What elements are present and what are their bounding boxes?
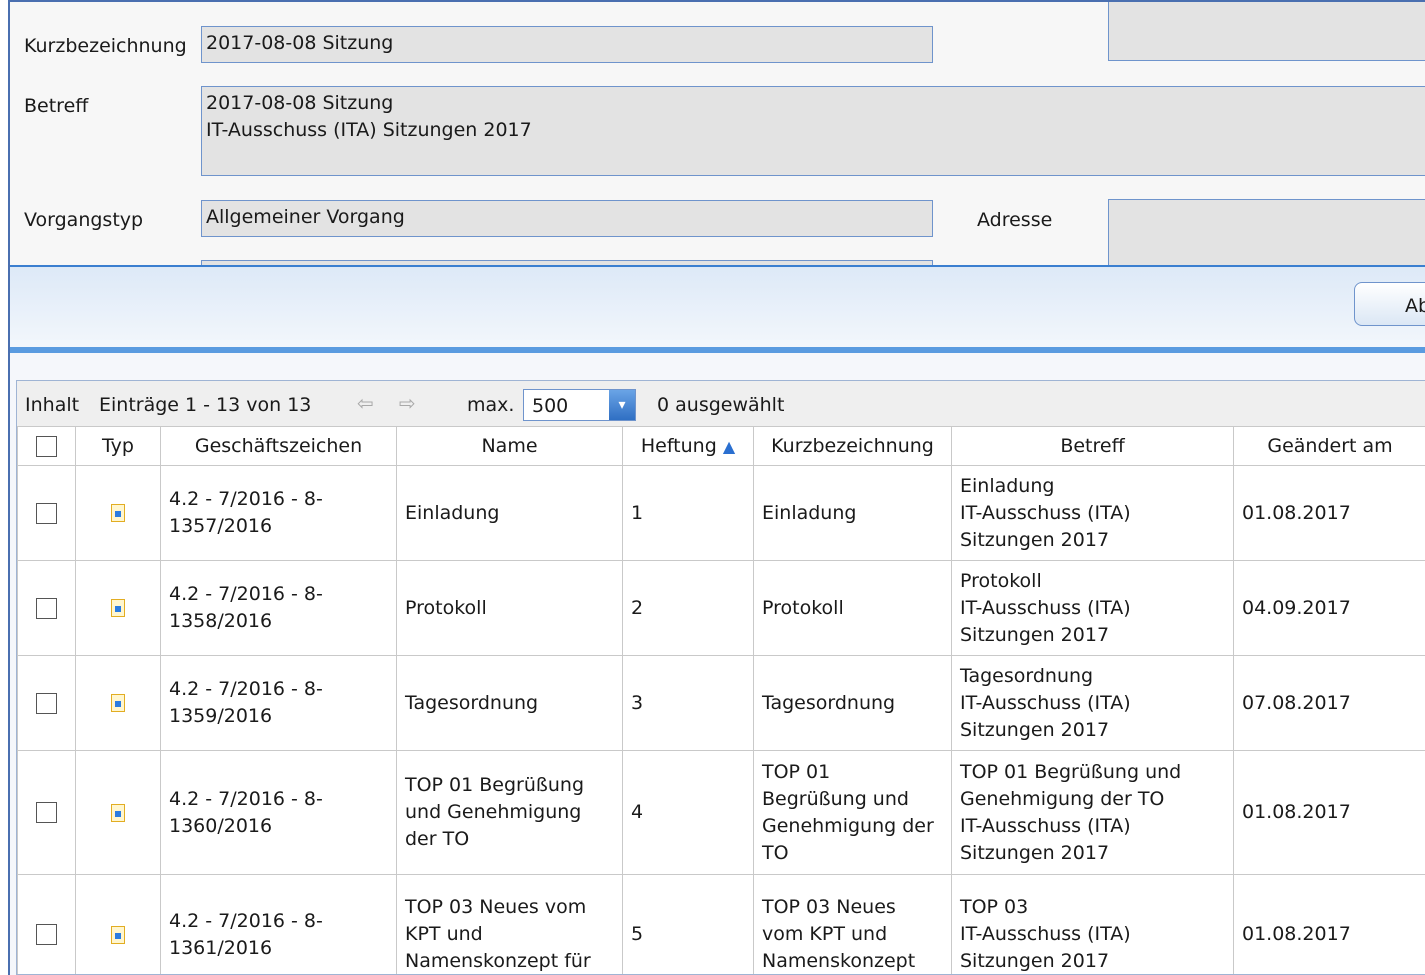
document-icon (111, 925, 125, 944)
sort-ascending-icon: ▲ (722, 436, 736, 456)
geschaeftszeichen-cell: 4.2 - 7/2016 - 8- 1359/2016 (160, 655, 397, 751)
form-area: Kurzbezeichnung 2017-08-08 Sitzung Betre… (10, 2, 1425, 270)
betreff-label: Betreff (24, 95, 89, 117)
content-grid: Inhalt Einträge 1 - 13 von 13 ⇦ ⇨ max. 5… (16, 380, 1425, 975)
kurzbezeichnung-cell: Tagesordnung (753, 655, 952, 751)
betreff-cell: Protokoll IT-Ausschuss (ITA) Sitzungen 2… (951, 560, 1234, 656)
document-icon (111, 803, 125, 822)
column-header-geschaeftszeichen[interactable]: Geschäftszeichen (160, 426, 397, 466)
grid-toolbar: Inhalt Einträge 1 - 13 von 13 ⇦ ⇨ max. 5… (17, 381, 1425, 427)
column-header-name[interactable]: Name (396, 426, 623, 466)
column-header-typ[interactable]: Typ (75, 426, 161, 466)
document-icon (111, 694, 125, 712)
kurzbezeichnung-cell: Einladung (753, 465, 952, 561)
column-header-betreff[interactable]: Betreff (951, 426, 1234, 466)
inhalt-label: Inhalt (25, 394, 80, 416)
row-checkbox[interactable] (36, 597, 57, 619)
selected-count: 0 ausgewählt (657, 394, 785, 416)
betreff-cell: Einladung IT-Ausschuss (ITA) Sitzungen 2… (951, 465, 1234, 561)
heftung-cell: 3 (622, 655, 754, 751)
vorgangstyp-label: Vorgangstyp (24, 209, 144, 231)
heftung-header-label: Heftung (640, 434, 717, 457)
type-icon-cell (75, 465, 161, 561)
geaendert-am-cell: 01.08.2017 (1233, 750, 1425, 875)
geschaeftszeichen-cell: 4.2 - 7/2016 - 8- 1361/2016 (160, 874, 397, 974)
geaendert-am-cell: 07.08.2017 (1233, 655, 1425, 751)
table-row[interactable]: 4.2 - 7/2016 - 8- 1359/2016 Tagesordnung 3… (17, 655, 1425, 751)
documents-table: Typ Geschäftszeichen Name Heftung ▲ Kurz… (17, 426, 1425, 974)
row-checkbox-cell (17, 750, 76, 875)
heftung-cell: 4 (622, 750, 754, 875)
type-icon-cell (75, 874, 161, 974)
table-header-row: Typ Geschäftszeichen Name Heftung ▲ Kurz… (17, 426, 1425, 466)
table-row[interactable]: 4.2 - 7/2016 - 8- 1361/2016 TOP 03 Neues … (17, 874, 1425, 974)
type-icon-cell (75, 750, 161, 875)
type-icon-cell (75, 655, 161, 751)
betreff-field[interactable]: 2017-08-08 Sitzung IT-Ausschuss (ITA) Si… (201, 86, 1425, 176)
entries-count: Einträge 1 - 13 von 13 (99, 394, 312, 416)
geschaeftszeichen-cell: 4.2 - 7/2016 - 8- 1357/2016 (160, 465, 397, 561)
kurzbezeichnung-field[interactable]: 2017-08-08 Sitzung (201, 26, 933, 63)
column-header-geaendert-am[interactable]: Geändert am (1233, 426, 1425, 466)
name-cell: TOP 03 Neues vom KPT und Namenskonzept f… (396, 874, 623, 974)
document-icon (111, 504, 125, 522)
document-icon (111, 599, 125, 617)
vorgangstyp-field[interactable]: Allgemeiner Vorgang (201, 200, 933, 237)
name-cell: Einladung (396, 465, 623, 561)
frame-left-border (8, 0, 10, 975)
table-row[interactable]: 4.2 - 7/2016 - 8- 1360/2016 TOP 01 Begrüß… (17, 750, 1425, 875)
heftung-cell: 1 (622, 465, 754, 561)
top-right-field[interactable] (1108, 2, 1425, 61)
adresse-label: Adresse (977, 209, 1053, 231)
type-icon-cell (75, 560, 161, 656)
heftung-cell: 2 (622, 560, 754, 656)
row-checkbox[interactable] (36, 692, 57, 714)
chevron-down-icon[interactable]: ▾ (609, 390, 635, 420)
betreff-cell: TOP 01 Begrüßung und Genehmigung der TO … (951, 750, 1234, 875)
row-checkbox-cell (17, 465, 76, 561)
heftung-cell: 5 (622, 874, 754, 974)
button-band (10, 265, 1425, 349)
row-checkbox[interactable] (36, 924, 57, 945)
window-frame: Kurzbezeichnung 2017-08-08 Sitzung Betre… (0, 0, 1425, 975)
kurzbezeichnung-cell: Protokoll (753, 560, 952, 656)
name-cell: TOP 01 Begrüßung und Genehmigung der TO (396, 750, 623, 875)
frame-top-border (8, 0, 1425, 2)
kurzbezeichnung-label: Kurzbezeichnung (24, 35, 187, 57)
row-checkbox-cell (17, 560, 76, 656)
row-checkbox-cell (17, 874, 76, 974)
geschaeftszeichen-cell: 4.2 - 7/2016 - 8- 1360/2016 (160, 750, 397, 875)
geaendert-am-cell: 04.09.2017 (1233, 560, 1425, 656)
table-row[interactable]: 4.2 - 7/2016 - 8- 1357/2016 Einladung 1 Ein… (17, 465, 1425, 561)
name-cell: Tagesordnung (396, 655, 623, 751)
geschaeftszeichen-cell: 4.2 - 7/2016 - 8- 1358/2016 (160, 560, 397, 656)
column-header-heftung[interactable]: Heftung ▲ (622, 426, 754, 466)
row-checkbox[interactable] (36, 802, 57, 823)
row-checkbox[interactable] (36, 502, 57, 524)
geaendert-am-cell: 01.08.2017 (1233, 874, 1425, 974)
column-header-kurzbezeichnung[interactable]: Kurzbezeichnung (753, 426, 952, 466)
adresse-field[interactable] (1108, 199, 1425, 269)
betreff-cell: TOP 03 IT-Ausschuss (ITA) Sitzungen 2017 (951, 874, 1234, 974)
max-select[interactable]: 500 ▾ (523, 389, 636, 421)
table-row[interactable]: 4.2 - 7/2016 - 8- 1358/2016 Protokoll 2 Pro… (17, 560, 1425, 656)
select-all-checkbox[interactable] (36, 435, 57, 457)
max-label: max. (467, 394, 515, 416)
max-value: 500 (532, 395, 569, 417)
row-checkbox-cell (17, 655, 76, 751)
geaendert-am-cell: 01.08.2017 (1233, 465, 1425, 561)
kurzbezeichnung-cell: TOP 03 Neues vom KPT und Namenskonzept (753, 874, 952, 974)
betreff-cell: Tagesordnung IT-Ausschuss (ITA) Sitzunge… (951, 655, 1234, 751)
name-cell: Protokoll (396, 560, 623, 656)
next-page-icon[interactable]: ⇨ (399, 391, 416, 415)
select-all-cell (17, 426, 76, 466)
ab-button[interactable]: Ab (1354, 282, 1425, 326)
kurzbezeichnung-cell: TOP 01 Begrüßung und Genehmigung der TO (753, 750, 952, 875)
prev-page-icon[interactable]: ⇦ (357, 391, 374, 415)
